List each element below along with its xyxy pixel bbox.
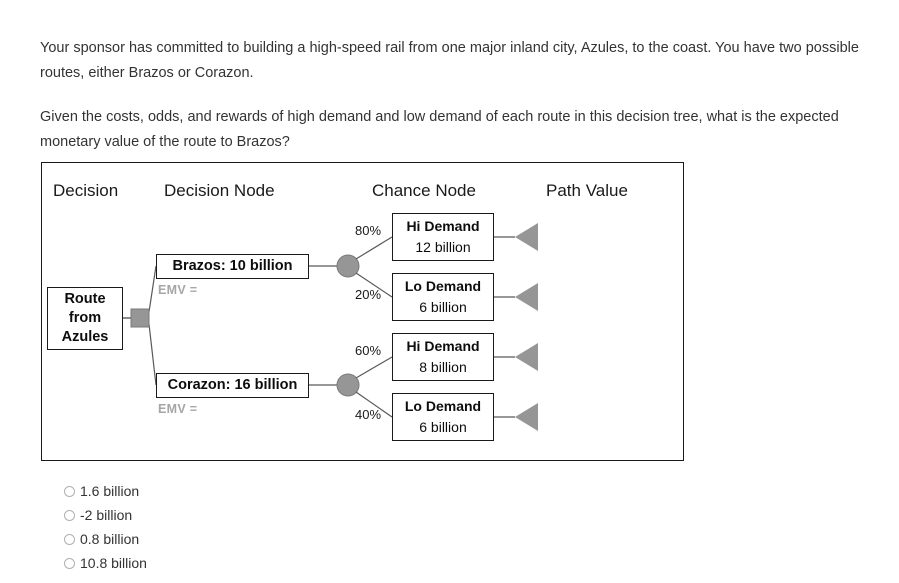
answer-option-4[interactable]: 10.8 billion [64, 551, 147, 575]
emv-label-brazos: EMV = [158, 283, 198, 297]
probability-label-corazon-lo: 40% [355, 407, 382, 422]
answer-option-1[interactable]: 1.6 billion [64, 479, 147, 503]
leaf-value-brazos-lo: 6 billion [419, 299, 467, 315]
emv-label-corazon: EMV = [158, 402, 198, 416]
answer-options-list: 1.6 billion -2 billion 0.8 billion 10.8 … [64, 479, 147, 575]
root-box-line-3: Azules [61, 329, 109, 345]
question-prompt: Your sponsor has committed to building a… [40, 36, 868, 155]
leaf-value-brazos-hi: 12 billion [415, 239, 471, 255]
answer-option-label-2: -2 billion [80, 507, 133, 523]
leaf-title-corazon-hi: Hi Demand [406, 338, 480, 354]
prompt-paragraph-2: Given the costs, odds, and rewards of hi… [40, 109, 839, 150]
answer-option-label-4: 10.8 billion [80, 555, 147, 571]
leaf-title-corazon-lo: Lo Demand [404, 398, 482, 414]
decision-tree-diagram: Decision Decision Node Chance Node Path … [41, 162, 684, 461]
branch-box-corazon: Corazon: 16 billion [156, 373, 309, 398]
column-header-decision: Decision [53, 181, 119, 200]
column-header-path-value: Path Value [546, 181, 628, 200]
probability-label-brazos-hi: 80% [355, 223, 382, 238]
column-header-chance-node: Chance Node [372, 181, 476, 200]
leaf-title-brazos-hi: Hi Demand [406, 218, 480, 234]
leaf-value-corazon-hi: 8 billion [419, 359, 467, 375]
root-box-line-1: Route [64, 291, 106, 307]
probability-label-brazos-lo: 20% [355, 287, 382, 302]
radio-button-icon[interactable] [64, 533, 75, 545]
answer-option-label-1: 1.6 billion [80, 483, 140, 499]
leaf-box-brazos-hi-demand: Hi Demand 12 billion [392, 213, 494, 261]
leaf-box-brazos-lo-demand: Lo Demand 6 billion [392, 273, 494, 321]
radio-button-icon[interactable] [64, 557, 75, 569]
prompt-paragraph-1: Your sponsor has committed to building a… [40, 40, 859, 81]
answer-option-2[interactable]: -2 billion [64, 503, 147, 527]
radio-button-icon[interactable] [64, 509, 75, 521]
root-decision-box: Route from Azules [47, 287, 123, 350]
leaf-value-corazon-lo: 6 billion [419, 419, 467, 435]
radio-button-icon[interactable] [64, 485, 75, 497]
leaf-box-corazon-lo-demand: Lo Demand 6 billion [392, 393, 494, 441]
leaf-box-corazon-hi-demand: Hi Demand 8 billion [392, 333, 494, 381]
answer-option-label-3: 0.8 billion [80, 531, 140, 547]
root-box-line-2: from [68, 310, 102, 326]
leaf-title-brazos-lo: Lo Demand [404, 278, 482, 294]
probability-label-corazon-hi: 60% [355, 343, 382, 358]
column-header-decision-node: Decision Node [164, 181, 275, 200]
branch-box-brazos: Brazos: 10 billion [156, 254, 309, 279]
answer-option-3[interactable]: 0.8 billion [64, 527, 147, 551]
